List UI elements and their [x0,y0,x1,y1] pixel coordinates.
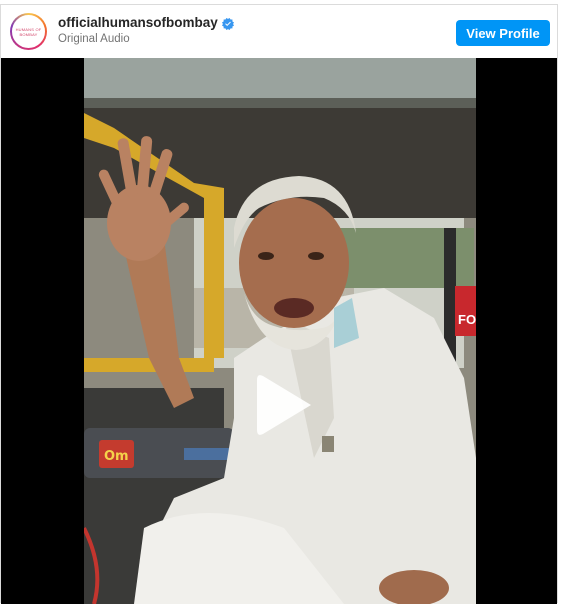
audio-subtitle: Original Audio [58,33,130,45]
instagram-embed: HUMANS OF BOMBAY officialhumansofbombay … [0,4,558,604]
account-info: officialhumansofbombay Original Audio [58,15,234,45]
username-link[interactable]: officialhumansofbombay [58,15,218,30]
avatar-logo-text: HUMANS OF BOMBAY [15,26,42,37]
meter-text: Om [104,449,129,464]
video-player[interactable]: FO Om [1,58,557,604]
embed-header: HUMANS OF BOMBAY officialhumansofbombay … [1,5,557,58]
play-icon[interactable] [253,374,315,436]
view-profile-button[interactable]: View Profile [456,20,550,46]
video-frame: FO Om [84,58,476,604]
avatar[interactable]: HUMANS OF BOMBAY [10,13,47,50]
verified-badge-icon [221,17,234,30]
red-sign-text: FO [458,312,476,327]
